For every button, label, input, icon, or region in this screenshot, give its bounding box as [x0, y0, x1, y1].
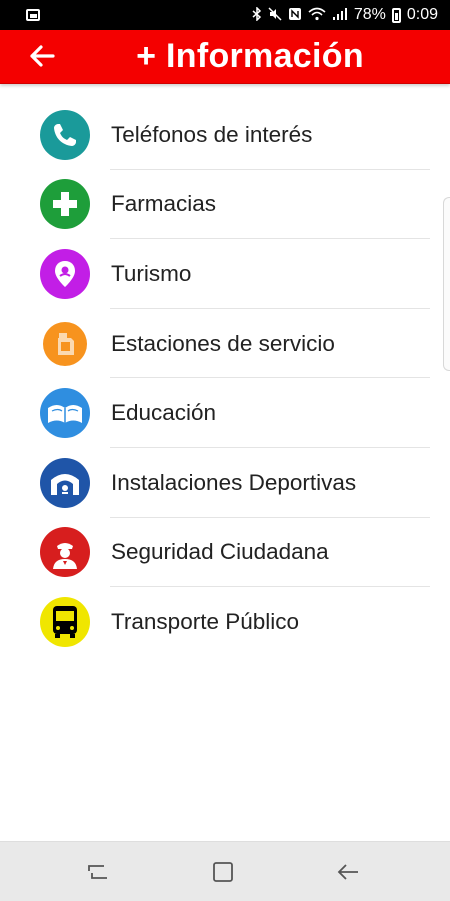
signal-icon	[332, 7, 348, 24]
phone-icon	[40, 109, 90, 160]
arrow-left-icon	[30, 45, 55, 67]
menu-item-label: Teléfonos de interés	[111, 121, 313, 147]
status-time: 0:09	[406, 6, 438, 23]
menu-item-turismo[interactable]: Turismo	[0, 239, 450, 309]
police-officer-icon	[40, 527, 90, 578]
home-icon	[213, 861, 233, 882]
nfc-icon	[288, 7, 302, 24]
menu-item-farmacias[interactable]: Farmacias	[0, 170, 450, 240]
back-button[interactable]	[24, 38, 60, 74]
menu-item-instalaciones[interactable]: Instalaciones Deportivas	[0, 448, 450, 518]
battery-icon	[391, 7, 401, 23]
recent-apps-icon	[88, 864, 107, 879]
bus-icon	[40, 596, 90, 647]
status-right: 78% 0:09	[252, 5, 438, 24]
menu-item-label: Instalaciones Deportivas	[111, 469, 357, 495]
page-title: + Información	[136, 37, 364, 75]
menu-item-estaciones[interactable]: Estaciones de servicio	[0, 309, 450, 379]
scrollbar[interactable]	[443, 197, 450, 371]
menu-item-label: Transporte Público	[111, 608, 300, 634]
menu-item-transporte[interactable]: Transporte Público	[0, 587, 450, 657]
menu-item-label: Estaciones de servicio	[111, 330, 335, 356]
system-nav-bar	[0, 841, 450, 901]
menu-item-label: Turismo	[111, 260, 192, 286]
battery-percent: 78%	[353, 6, 386, 23]
menu-item-label: Educación	[111, 400, 217, 426]
image-icon	[26, 9, 40, 21]
recent-apps-button[interactable]	[68, 842, 128, 901]
menu-item-label: Seguridad Ciudadana	[111, 539, 329, 565]
system-back-button[interactable]	[318, 842, 378, 901]
location-pin-icon	[40, 248, 90, 299]
fuel-can-icon	[43, 321, 87, 366]
pharmacy-cross-icon	[40, 179, 90, 230]
app-bar: + Información	[0, 30, 450, 84]
menu-item-label: Farmacias	[111, 191, 217, 217]
stadium-icon	[40, 457, 90, 508]
menu-item-telefonos[interactable]: Teléfonos de interés	[0, 100, 450, 170]
back-icon	[337, 863, 358, 880]
status-left	[26, 9, 40, 21]
wifi-icon	[308, 7, 326, 24]
status-bar: 78% 0:09	[0, 0, 450, 30]
open-book-icon	[40, 388, 90, 439]
home-button[interactable]	[193, 842, 253, 901]
mute-icon	[268, 6, 282, 24]
menu-item-seguridad[interactable]: Seguridad Ciudadana	[0, 518, 450, 588]
menu-item-educacion[interactable]: Educación	[0, 378, 450, 448]
info-menu-list: Teléfonos de interés Farmacias Turismo E…	[0, 100, 450, 657]
bluetooth-icon	[252, 5, 262, 24]
